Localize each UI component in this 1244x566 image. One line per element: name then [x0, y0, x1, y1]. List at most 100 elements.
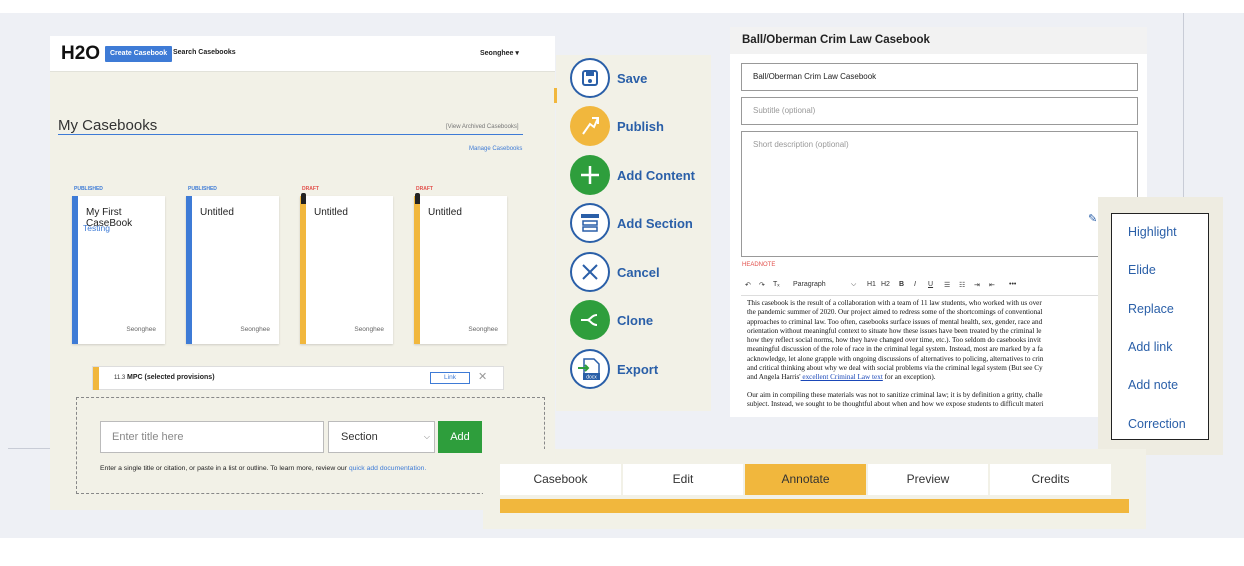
italic-button[interactable]: I: [914, 281, 916, 288]
add-section-icon: [570, 203, 610, 243]
description-field[interactable]: Short description (optional): [741, 131, 1138, 257]
text-line: orientation without meaningful context t…: [747, 326, 1042, 335]
export-label: Export: [617, 362, 659, 377]
editor-toolbar: ↶ ↷ Tₓ Paragraph ⌵ H1 H2 B I U ☰ ☷ ⇥ ⇤ •…: [741, 276, 1138, 296]
tab-casebook[interactable]: Casebook: [500, 464, 621, 495]
headnote-body[interactable]: This casebook is the result of a collabo…: [747, 299, 1137, 417]
more-icon[interactable]: •••: [1009, 281, 1016, 288]
tab-credits[interactable]: Credits: [990, 464, 1111, 495]
add-section-action[interactable]: Add Section: [570, 203, 720, 247]
type-select[interactable]: Section ⌵: [328, 421, 435, 453]
add-content-label: Add Content: [617, 168, 695, 183]
tab-annotate[interactable]: Annotate: [745, 464, 866, 495]
card-title: Untitled: [428, 207, 462, 218]
criminal-law-text-link[interactable]: excellent Criminal Law text: [801, 373, 882, 381]
chevron-down-icon[interactable]: ⌵: [851, 281, 856, 289]
add-button[interactable]: Add: [438, 421, 482, 453]
tab-edit[interactable]: Edit: [623, 464, 743, 495]
tab-bar-panel: Casebook Edit Annotate Preview Credits: [483, 449, 1146, 529]
status-badge: PUBLISHED: [188, 186, 217, 192]
export-docx-icon: docx: [570, 349, 610, 389]
editor-header: Ball/Oberman Crim Law Casebook: [730, 27, 1147, 54]
casebook-card[interactable]: My First CaseBook Testing Seonghee: [72, 196, 165, 344]
card-accent-bar: [186, 196, 192, 344]
text-line: and Angela Harris': [747, 373, 801, 382]
page-title: My Casebooks: [58, 117, 158, 134]
help-text: Enter a single title or citation, or pas…: [100, 465, 349, 472]
publish-icon: [570, 106, 610, 146]
menu-item-add-link[interactable]: Add link: [1128, 340, 1172, 354]
menu-item-correction[interactable]: Correction: [1128, 417, 1186, 431]
close-icon[interactable]: ✕: [478, 370, 487, 383]
cancel-action[interactable]: Cancel: [570, 252, 720, 296]
card-author: Seonghee: [354, 326, 384, 333]
casebook-card[interactable]: Untitled Seonghee: [300, 193, 393, 344]
undo-icon[interactable]: ↶: [745, 281, 751, 289]
h2-button[interactable]: H2: [881, 281, 890, 288]
save-action[interactable]: Save: [570, 58, 720, 102]
menu-item-highlight[interactable]: Highlight: [1128, 225, 1177, 239]
chevron-down-icon: ⌵: [423, 432, 430, 441]
top-navbar: H2O Create Casebook Search Casebooks Seo…: [50, 36, 555, 72]
h1-button[interactable]: H1: [867, 281, 876, 288]
user-menu[interactable]: Seonghee ▾: [480, 49, 519, 57]
headnote-label: HEADNOTE: [742, 262, 776, 268]
text-line: approaches to criminal law. Too often, c…: [747, 317, 1043, 326]
indent-icon[interactable]: ⇥: [974, 281, 980, 289]
outdent-icon[interactable]: ⇤: [989, 281, 995, 289]
text-line: subject. Instead, we sought to be though…: [747, 399, 1044, 408]
export-action[interactable]: docx Export: [570, 349, 720, 393]
status-badge: PUBLISHED: [74, 186, 103, 192]
annotation-menu-panel: Highlight Elide Replace Add link Add not…: [1098, 197, 1223, 455]
card-author: Seonghee: [126, 326, 156, 333]
numbered-list-icon[interactable]: ☷: [959, 281, 965, 289]
cancel-icon: [570, 252, 610, 292]
manage-casebooks-link[interactable]: Manage Casebooks: [469, 146, 522, 152]
title-input[interactable]: Enter title here: [100, 421, 324, 453]
text-line: This casebook is the result of a collabo…: [747, 299, 1042, 307]
bullet-list-icon[interactable]: ☰: [944, 281, 950, 289]
underline-button[interactable]: U: [928, 281, 933, 288]
save-icon: [570, 58, 610, 98]
card-accent-bar: [72, 196, 78, 344]
quick-add-docs-link[interactable]: quick add documentation.: [349, 465, 426, 472]
title-divider: [58, 134, 523, 135]
clone-icon: [570, 300, 610, 340]
resource-title[interactable]: MPC (selected provisions): [127, 374, 215, 381]
draft-pencil-icon: [415, 193, 420, 204]
clone-label: Clone: [617, 313, 654, 328]
add-content-action[interactable]: Add Content: [570, 155, 720, 199]
menu-item-replace[interactable]: Replace: [1128, 302, 1174, 316]
pencil-icon[interactable]: ✎: [1088, 212, 1097, 225]
link-button[interactable]: Link: [430, 372, 470, 384]
quick-add-help: Enter a single title or citation, or pas…: [100, 465, 426, 472]
redo-icon[interactable]: ↷: [759, 281, 765, 289]
resource-row[interactable]: 11.3 MPC (selected provisions) Link ✕: [92, 366, 504, 390]
casebook-card[interactable]: Untitled Seonghee: [414, 193, 507, 344]
paragraph-select[interactable]: Paragraph: [793, 281, 826, 288]
draft-pencil-icon: [301, 193, 306, 204]
title-field[interactable]: Ball/Oberman Crim Law Casebook: [741, 63, 1138, 91]
menu-item-elide[interactable]: Elide: [1128, 263, 1156, 277]
publish-action[interactable]: Publish: [570, 106, 720, 150]
card-title: Untitled: [200, 207, 234, 218]
h2o-logo[interactable]: H2O: [61, 43, 100, 65]
quick-add-box: Enter title here Section ⌵ Add Enter a s…: [76, 397, 545, 494]
create-casebook-button[interactable]: Create Casebook: [105, 46, 173, 62]
clone-action[interactable]: Clone: [570, 300, 720, 344]
menu-item-add-note[interactable]: Add note: [1128, 378, 1178, 392]
casebook-card[interactable]: Untitled Seonghee: [186, 196, 279, 344]
tab-preview[interactable]: Preview: [868, 464, 988, 495]
card-author: Seonghee: [468, 326, 498, 333]
view-archived-link[interactable]: [View Archived Casebooks]: [446, 124, 519, 130]
card-accent-bar: [300, 196, 306, 344]
subtitle-field[interactable]: Subtitle (optional): [741, 97, 1138, 125]
text-line: how they reflect social norms, how they …: [747, 336, 1041, 345]
card-author: Seonghee: [240, 326, 270, 333]
text-line: meaningful discussion of the role of rac…: [747, 345, 1043, 354]
casebook-dashboard-panel: H2O Create Casebook Search Casebooks Seo…: [50, 36, 555, 510]
divider-line: [1183, 13, 1184, 203]
search-casebooks-link[interactable]: Search Casebooks: [173, 49, 236, 56]
bold-button[interactable]: B: [899, 281, 904, 288]
clear-format-icon[interactable]: Tₓ: [773, 281, 780, 288]
